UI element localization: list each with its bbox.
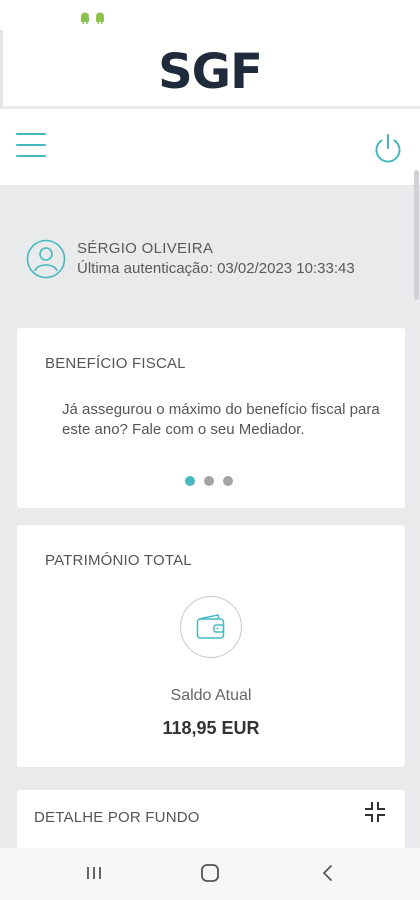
carousel-dot-1[interactable] <box>185 476 195 486</box>
carousel-indicator <box>185 476 233 486</box>
collapse-icon[interactable] <box>364 801 386 823</box>
fund-detail-title: DETALHE POR FUNDO <box>34 809 200 826</box>
patrimonio-card: PATRIMÓNIO TOTAL Saldo Atual 118,95 EUR <box>17 525 405 767</box>
patrimonio-card-title: PATRIMÓNIO TOTAL <box>45 552 192 569</box>
carousel-dot-2[interactable] <box>204 476 214 486</box>
balance-label: Saldo Atual <box>170 687 252 704</box>
status-icons <box>80 12 105 24</box>
user-info: SÉRGIO OLIVEIRA Última autenticação: 03/… <box>26 238 416 282</box>
balance-value: 118,95 EUR <box>162 718 260 738</box>
benefit-card-text: Já assegurou o máximo do benefício fisca… <box>62 401 380 438</box>
home-icon[interactable] <box>200 863 220 883</box>
user-name: SÉRGIO OLIVEIRA <box>77 240 214 257</box>
brand-logo: SGF <box>158 44 263 100</box>
power-icon[interactable] <box>371 132 405 166</box>
logo-header: SGF <box>0 30 420 106</box>
android-icon <box>96 12 104 24</box>
last-authentication: Última autenticação: 03/02/2023 10:33:43 <box>77 260 355 277</box>
hamburger-menu-icon[interactable] <box>16 133 46 159</box>
user-avatar-icon <box>26 239 66 279</box>
carousel-dot-3[interactable] <box>223 476 233 486</box>
back-icon[interactable] <box>318 863 338 883</box>
wallet-icon-container <box>180 596 242 658</box>
app-toolbar <box>0 108 420 185</box>
benefit-card[interactable]: BENEFÍCIO FISCAL Já assegurou o máximo d… <box>17 328 405 508</box>
benefit-card-title: BENEFÍCIO FISCAL <box>45 355 186 372</box>
recents-icon[interactable] <box>84 863 104 883</box>
wallet-icon <box>196 614 225 639</box>
status-bar <box>0 0 420 30</box>
android-icon <box>81 12 89 24</box>
system-navigation-bar <box>0 848 420 900</box>
